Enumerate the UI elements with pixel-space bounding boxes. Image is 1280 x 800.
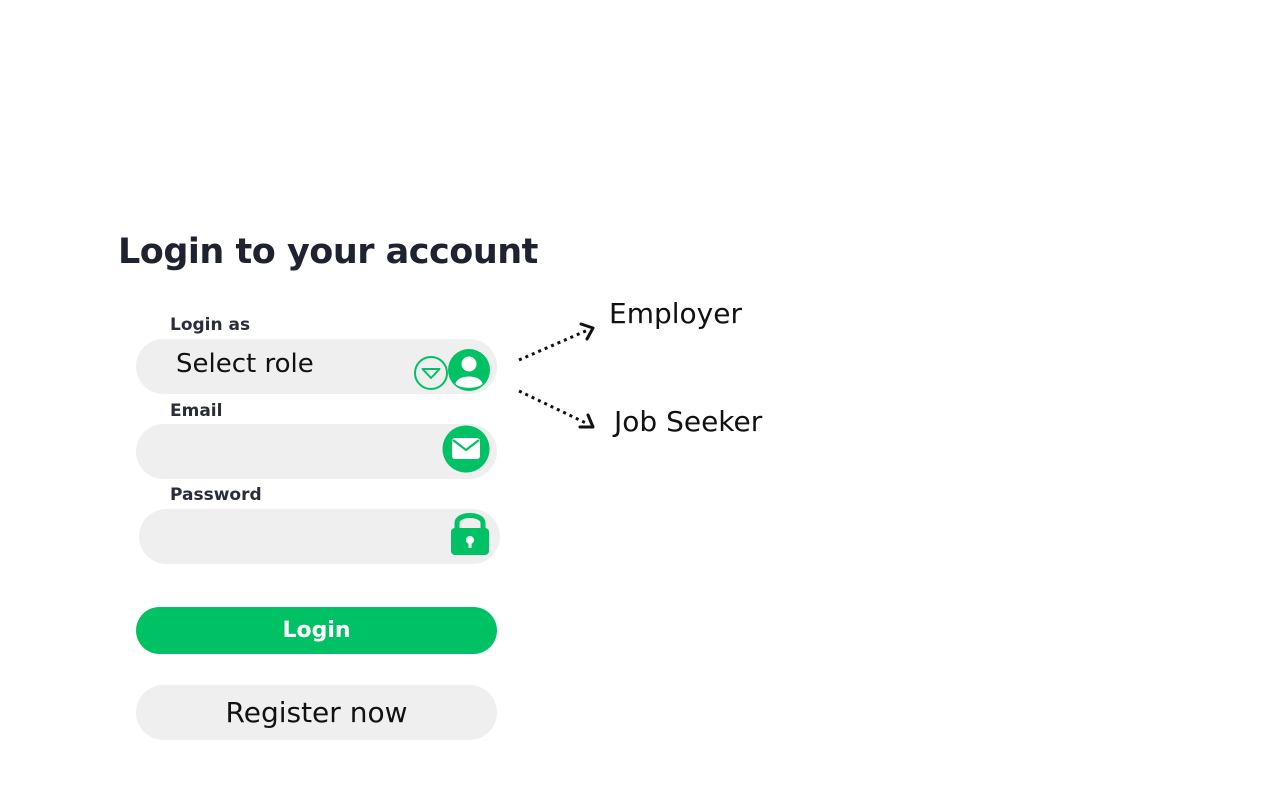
role-option-job-seeker[interactable]: Job Seeker <box>614 405 762 438</box>
login-button[interactable]: Login <box>136 607 497 654</box>
mail-icon <box>442 425 490 473</box>
password-field[interactable] <box>139 509 500 564</box>
role-option-employer[interactable]: Employer <box>609 297 742 330</box>
email-field[interactable] <box>136 424 497 479</box>
lock-icon <box>451 513 489 555</box>
password-label: Password <box>170 485 262 505</box>
role-label: Login as <box>170 315 251 335</box>
role-options-arrows <box>518 322 595 429</box>
page-title: Login to your account <box>118 232 538 272</box>
user-icon <box>448 349 490 391</box>
chevron-down-icon[interactable] <box>413 355 449 391</box>
arrow-to-employer <box>518 328 589 362</box>
role-select[interactable]: Select role <box>136 339 497 394</box>
register-now-button[interactable]: Register now <box>136 685 497 740</box>
arrow-to-job-seeker <box>518 389 589 426</box>
role-select-value: Select role <box>176 349 314 379</box>
email-label: Email <box>170 401 223 421</box>
